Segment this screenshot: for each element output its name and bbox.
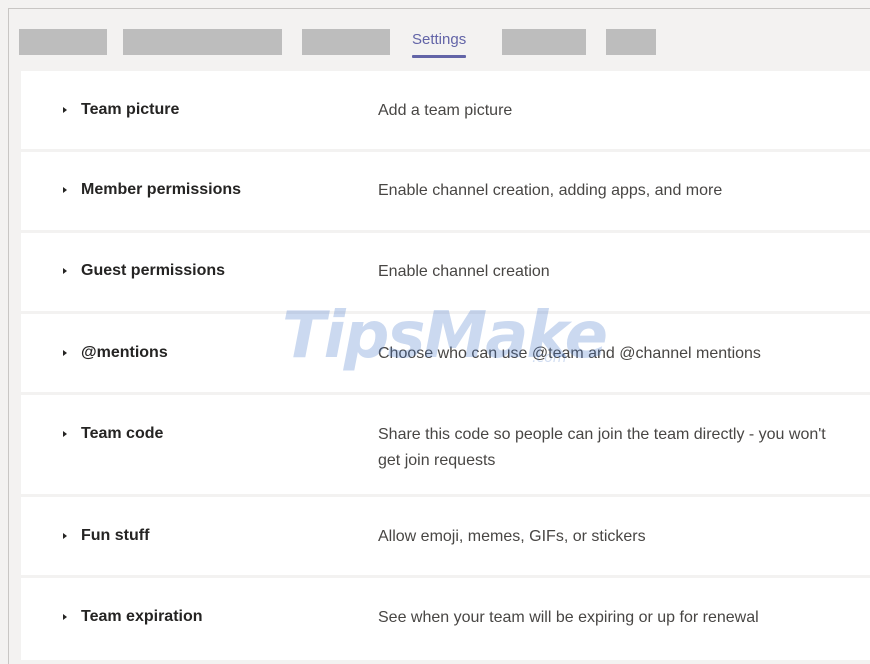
expand-caret-icon [63, 107, 67, 113]
tab-redacted-5[interactable] [606, 29, 656, 55]
setting-title: Team picture [81, 101, 180, 118]
expand-caret-icon [63, 431, 67, 437]
settings-row-mentions[interactable]: @mentions Choose who can use @team and @… [21, 314, 870, 392]
settings-row-fun-stuff[interactable]: Fun stuff Allow emoji, memes, GIFs, or s… [21, 497, 870, 575]
tab-settings-label: Settings [412, 31, 467, 48]
setting-title: Team code [81, 425, 164, 442]
tab-redacted-2[interactable] [123, 29, 282, 55]
setting-title: @mentions [81, 344, 168, 361]
settings-row-team-picture[interactable]: Team picture Add a team picture [21, 71, 870, 149]
tab-redacted-1[interactable] [19, 29, 107, 55]
setting-description: Share this code so people can join the t… [378, 426, 826, 469]
expand-caret-icon [63, 533, 67, 539]
active-tab-underline [412, 55, 467, 58]
setting-title: Member permissions [81, 181, 242, 198]
setting-description: Allow emoji, memes, GIFs, or stickers [378, 528, 646, 545]
setting-description: Enable channel creation, adding apps, an… [378, 182, 723, 199]
setting-description: Choose who can use @team and @channel me… [378, 345, 761, 362]
setting-description: Enable channel creation [378, 263, 550, 280]
tab-settings[interactable]: Settings [412, 28, 467, 58]
expand-caret-icon [63, 614, 67, 620]
tab-bar: Settings [9, 9, 870, 63]
settings-row-team-code[interactable]: Team code Share this code so people can … [21, 395, 870, 494]
setting-description: Add a team picture [378, 102, 513, 119]
expand-caret-icon [63, 350, 67, 356]
tab-redacted-3[interactable] [302, 29, 390, 55]
setting-title: Fun stuff [81, 527, 150, 544]
tab-redacted-4[interactable] [502, 29, 586, 55]
settings-row-member-permissions[interactable]: Member permissions Enable channel creati… [21, 152, 870, 230]
setting-title: Guest permissions [81, 262, 226, 279]
teams-settings-panel: Settings Team picture Add a team picture… [8, 8, 870, 664]
settings-row-guest-permissions[interactable]: Guest permissions Enable channel creatio… [21, 233, 870, 311]
setting-title: Team expiration [81, 608, 203, 625]
expand-caret-icon [63, 268, 67, 274]
settings-row-team-expiration[interactable]: Team expiration See when your team will … [21, 578, 870, 660]
settings-list: Team picture Add a team picture Member p… [21, 71, 870, 663]
expand-caret-icon [63, 187, 67, 193]
setting-description: See when your team will be expiring or u… [378, 609, 759, 626]
